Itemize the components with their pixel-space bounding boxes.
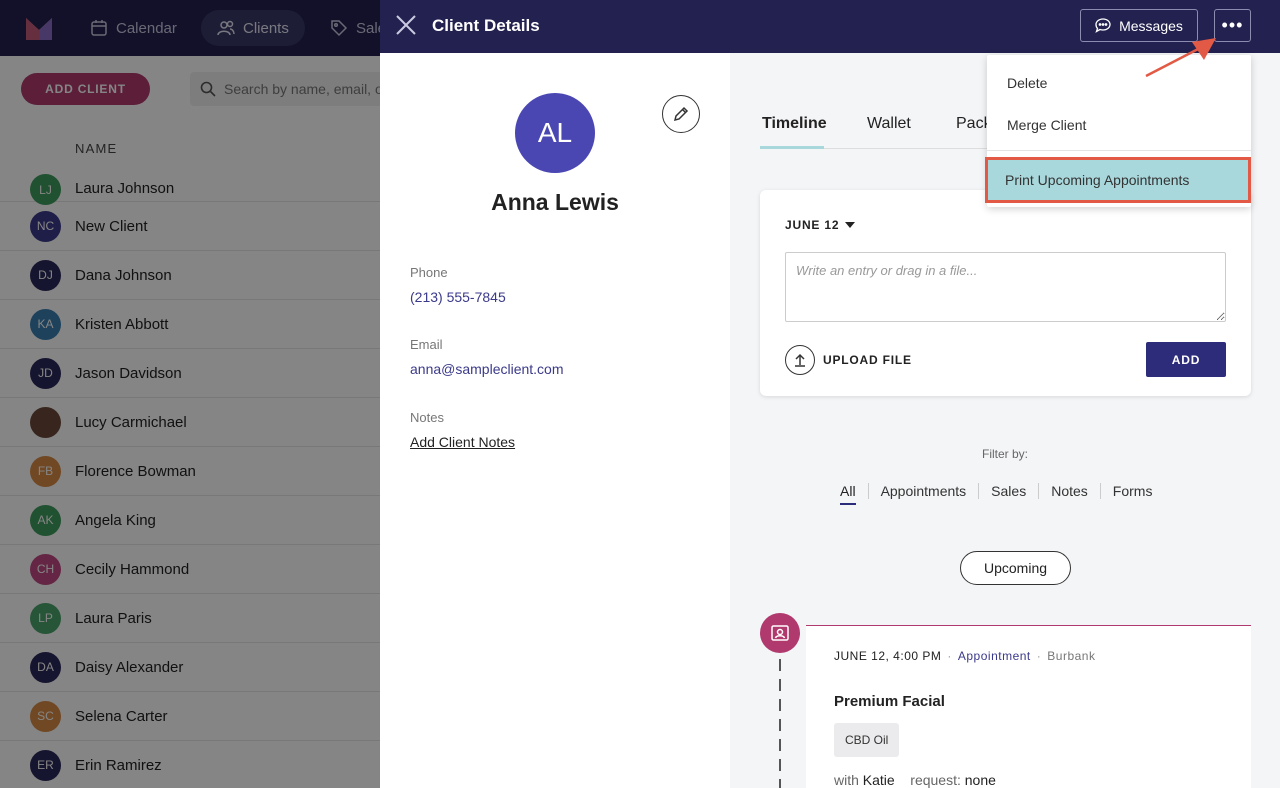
filter-appointments[interactable]: Appointments <box>867 483 979 499</box>
appointment-addon-chip: CBD Oil <box>834 723 900 757</box>
email-value[interactable]: anna@sampleclient.com <box>410 361 564 377</box>
caret-down-icon <box>845 222 856 228</box>
appointment-card[interactable]: JUNE 12, 4:00 PM · Appointment · Burbank Pre… <box>806 625 1251 788</box>
chat-bubble-icon <box>1095 18 1111 33</box>
appointment-meta: JUNE 12, 4:00 PM · Appointment · Burbank <box>834 649 1096 663</box>
phone-value[interactable]: (213) 555-7845 <box>410 289 506 305</box>
more-options-button[interactable]: ••• <box>1214 9 1251 42</box>
filter-notes[interactable]: Notes <box>1038 483 1100 499</box>
timeline-entry-input[interactable] <box>785 252 1226 322</box>
appointment-location: Burbank <box>1047 649 1096 663</box>
filter-forms[interactable]: Forms <box>1099 483 1165 499</box>
phone-label: Phone <box>410 265 448 280</box>
request-label: request: <box>910 772 961 788</box>
upload-file-button[interactable]: UPLOAD FILE <box>785 345 912 375</box>
staff-name: Katie <box>862 772 895 788</box>
timeline-entry-card: JUNE 12 UPLOAD FILE ADD <box>760 190 1251 396</box>
messages-button[interactable]: Messages <box>1080 9 1198 42</box>
with-label: with <box>834 772 859 788</box>
menu-item-merge-client[interactable]: Merge Client <box>1007 117 1086 133</box>
email-label: Email <box>410 337 443 352</box>
filter-all[interactable]: All <box>840 483 868 505</box>
ellipsis-icon: ••• <box>1221 15 1244 35</box>
client-avatar: AL <box>515 93 595 173</box>
request-value: none <box>964 772 996 788</box>
filter-label: Filter by: <box>981 447 1028 461</box>
tab-wallet[interactable]: Wallet <box>867 115 911 133</box>
upcoming-section-label[interactable]: Upcoming <box>960 551 1071 585</box>
menu-item-print-upcoming-appointments[interactable]: Print Upcoming Appointments <box>985 157 1251 203</box>
close-icon[interactable] <box>395 14 417 36</box>
entry-date-select[interactable]: JUNE 12 <box>785 218 856 232</box>
appointment-staff: with Katie request: none <box>834 772 996 788</box>
panel-header: Client Details Messages ••• <box>380 0 1280 53</box>
messages-label: Messages <box>1119 17 1183 34</box>
timeline-connector <box>779 659 781 788</box>
add-client-notes-link[interactable]: Add Client Notes <box>410 434 515 450</box>
appointment-datetime: JUNE 12, 4:00 PM <box>834 649 942 663</box>
appointment-icon <box>760 613 800 653</box>
modal-overlay[interactable] <box>0 0 380 788</box>
notes-label: Notes <box>410 410 444 425</box>
filter-sales[interactable]: Sales <box>978 483 1038 499</box>
active-tab-indicator <box>760 146 824 149</box>
menu-item-delete[interactable]: Delete <box>1007 75 1047 91</box>
appointment-service: Premium Facial <box>834 693 945 710</box>
appointment-type[interactable]: Appointment <box>958 649 1031 663</box>
upload-icon <box>785 345 815 375</box>
upload-file-label: UPLOAD FILE <box>823 353 912 367</box>
edit-client-button[interactable] <box>662 95 700 133</box>
entry-date: JUNE 12 <box>785 218 840 232</box>
tab-timeline[interactable]: Timeline <box>762 115 827 133</box>
add-entry-button[interactable]: ADD <box>1146 342 1226 377</box>
client-name: Anna Lewis <box>491 189 619 215</box>
panel-title: Client Details <box>432 16 540 35</box>
client-profile-column: AL Anna Lewis Phone (213) 555-7845 Email… <box>380 53 730 788</box>
pencil-icon <box>673 106 689 122</box>
timeline-filter-bar: All Appointments Sales Notes Forms <box>840 479 1165 505</box>
menu-divider <box>987 150 1251 151</box>
more-options-menu: Delete Merge Client Print Upcoming Appoi… <box>985 55 1251 207</box>
